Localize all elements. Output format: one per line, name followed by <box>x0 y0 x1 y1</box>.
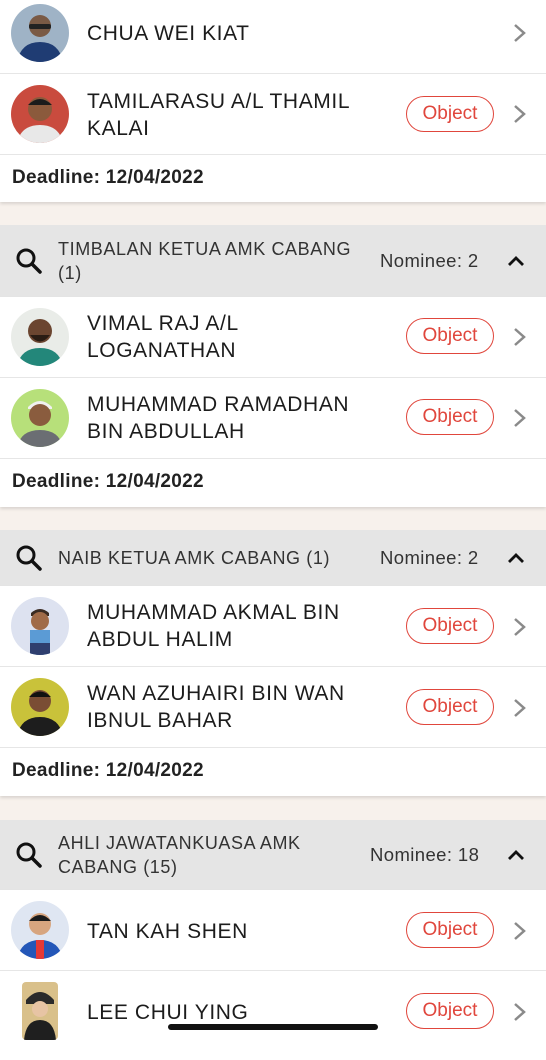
candidate-avatar <box>11 85 69 143</box>
object-button[interactable]: Object <box>406 689 494 725</box>
chevron-right-icon[interactable] <box>511 103 529 125</box>
candidate-avatar <box>11 678 69 736</box>
chevron-right-icon[interactable] <box>511 407 529 429</box>
nominee-card-1: CHUA WEI KIAT TAMILARASU A/L THAMIL KALA… <box>0 0 546 202</box>
nominee-card-3: MUHAMMAD AKMAL BIN ABDUL HALIM Object WA… <box>0 586 546 796</box>
candidate-avatar <box>11 389 69 447</box>
candidate-name: TAMILARASU A/L THAMIL KALAI <box>87 90 351 140</box>
candidate-avatar <box>11 597 69 655</box>
candidate-row[interactable]: TAN KAH SHEN Object <box>0 890 546 971</box>
section-title: AHLI JAWATANKUASA AMK CABANG (15) <box>58 833 301 877</box>
chevron-right-icon[interactable] <box>511 616 529 638</box>
candidate-name: LEE CHUI YING <box>87 1001 249 1024</box>
object-button[interactable]: Object <box>406 399 494 435</box>
candidate-avatar <box>11 4 69 62</box>
object-button[interactable]: Object <box>406 608 494 644</box>
object-button[interactable]: Object <box>406 96 494 132</box>
chevron-up-icon[interactable] <box>506 849 526 861</box>
candidate-name: VIMAL RAJ A/L LOGANATHAN <box>87 312 239 362</box>
candidate-name: CHUA WEI KIAT <box>87 22 250 45</box>
deadline-text: Deadline: 12/04/2022 <box>12 760 204 781</box>
nominee-count: Nominee: 2 <box>380 250 479 271</box>
candidate-name: TAN KAH SHEN <box>87 920 248 943</box>
search-icon[interactable] <box>15 247 43 275</box>
candidate-avatar <box>11 901 69 959</box>
chevron-right-icon[interactable] <box>511 1001 529 1023</box>
deadline-row: Deadline: 12/04/2022 <box>0 155 546 201</box>
chevron-right-icon[interactable] <box>511 697 529 719</box>
nominee-card-4: TAN KAH SHEN Object LEE CHUI YING Object <box>0 890 546 1060</box>
object-button[interactable]: Object <box>406 912 494 948</box>
chevron-up-icon[interactable] <box>506 255 526 267</box>
deadline-text: Deadline: 12/04/2022 <box>12 167 204 188</box>
chevron-right-icon[interactable] <box>511 920 529 942</box>
section-header-ahli-jawatankuasa[interactable]: AHLI JAWATANKUASA AMK CABANG (15) Nomine… <box>0 820 546 890</box>
chevron-up-icon[interactable] <box>506 552 526 564</box>
candidate-row[interactable]: CHUA WEI KIAT <box>0 0 546 74</box>
candidate-name: MUHAMMAD AKMAL BIN ABDUL HALIM <box>87 601 340 651</box>
candidate-avatar <box>22 982 58 1040</box>
object-button[interactable]: Object <box>406 993 494 1029</box>
home-indicator[interactable] <box>168 1024 378 1030</box>
deadline-row: Deadline: 12/04/2022 <box>0 459 546 505</box>
search-icon[interactable] <box>15 544 43 572</box>
candidate-avatar <box>11 308 69 366</box>
candidate-row[interactable]: WAN AZUHAIRI BIN WAN IBNUL BAHAR Object <box>0 667 546 748</box>
candidate-row[interactable]: MUHAMMAD AKMAL BIN ABDUL HALIM Object <box>0 586 546 667</box>
candidate-row[interactable]: TAMILARASU A/L THAMIL KALAI Object <box>0 74 546 155</box>
object-button[interactable]: Object <box>406 318 494 354</box>
section-title: NAIB KETUA AMK CABANG (1) <box>58 548 331 568</box>
section-header-timbalan-ketua[interactable]: TIMBALAN KETUA AMK CABANG (1) Nominee: 2 <box>0 225 546 297</box>
nominee-count: Nominee: 2 <box>380 547 479 568</box>
deadline-text: Deadline: 12/04/2022 <box>12 471 204 492</box>
search-icon[interactable] <box>15 841 43 869</box>
candidate-name: MUHAMMAD RAMADHAN BIN ABDULLAH <box>87 393 350 443</box>
chevron-right-icon[interactable] <box>511 22 529 44</box>
nominee-count: Nominee: 18 <box>370 844 480 865</box>
section-header-naib-ketua[interactable]: NAIB KETUA AMK CABANG (1) Nominee: 2 <box>0 530 546 586</box>
deadline-row: Deadline: 12/04/2022 <box>0 748 546 794</box>
candidate-row[interactable]: LEE CHUI YING Object <box>0 971 546 1052</box>
candidate-row[interactable]: MUHAMMAD RAMADHAN BIN ABDULLAH Object <box>0 378 546 459</box>
candidate-name: WAN AZUHAIRI BIN WAN IBNUL BAHAR <box>87 682 345 732</box>
section-title: TIMBALAN KETUA AMK CABANG (1) <box>58 239 352 283</box>
candidate-row[interactable]: VIMAL RAJ A/L LOGANATHAN Object <box>0 297 546 378</box>
chevron-right-icon[interactable] <box>511 326 529 348</box>
nominee-card-2: VIMAL RAJ A/L LOGANATHAN Object MUHAMMAD… <box>0 297 546 507</box>
